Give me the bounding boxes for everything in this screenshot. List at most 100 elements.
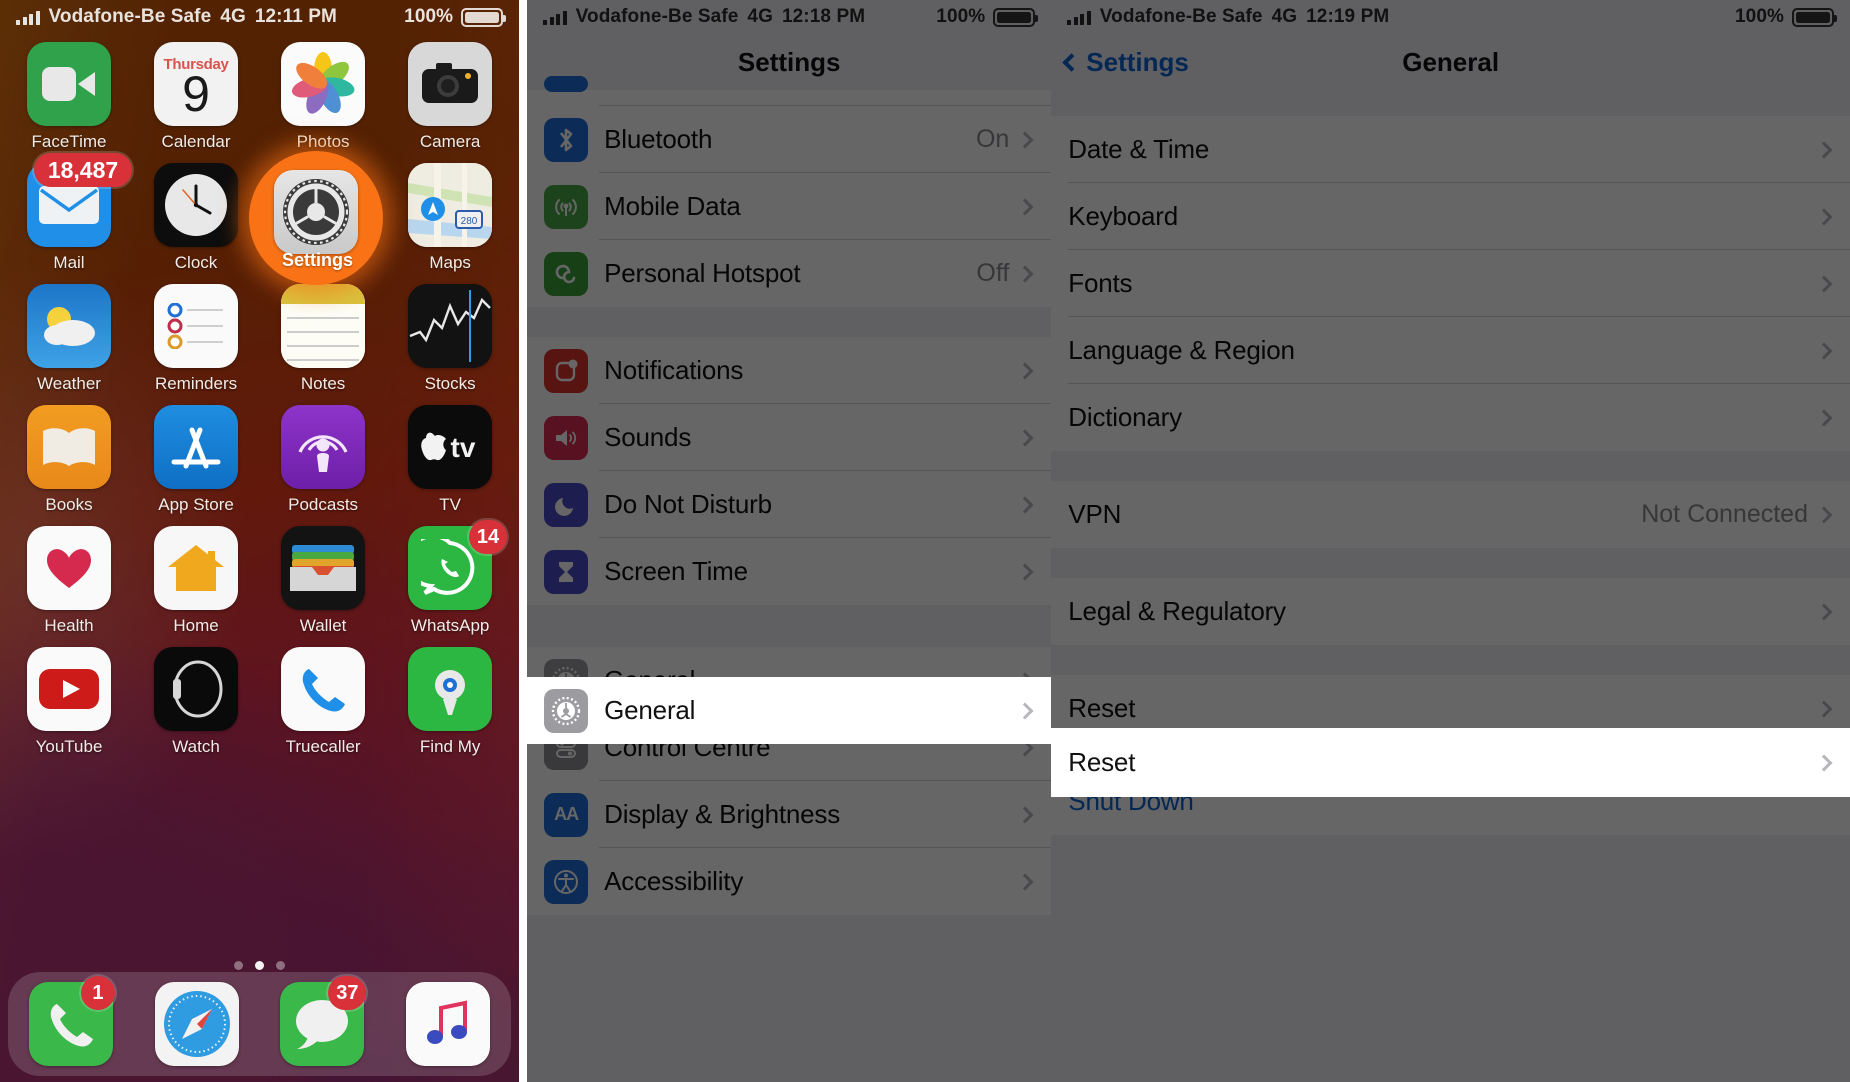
app-icon-calendar[interactable]: Thursday 9 Calendar [141, 42, 251, 163]
tv-icon: tv [408, 405, 493, 489]
app-label: Clock [174, 253, 218, 272]
status-bar-home: Vodafone-Be Safe 4G 12:11 PM 100% [0, 0, 519, 34]
list-item-fonts[interactable]: Fonts [1051, 250, 1850, 317]
list-item-mobile-data[interactable]: Mobile Data [527, 173, 1052, 240]
chevron-right-icon [1815, 409, 1833, 426]
list-item-label: Notifications [604, 355, 744, 385]
list-item-notifications[interactable]: Notifications [527, 337, 1052, 404]
clock-label: 12:18 PM [781, 6, 866, 27]
app-icon-podcasts[interactable]: Podcasts [268, 405, 378, 526]
app-icon-books[interactable]: Books [14, 405, 124, 526]
app-icon-findmy[interactable]: Find My [395, 647, 505, 768]
books-icon [27, 405, 111, 489]
list-item-sounds[interactable]: Sounds [527, 404, 1052, 471]
app-row: Books App Store Podcasts tv TV [14, 405, 505, 526]
app-label: Stocks [424, 374, 476, 393]
carrier-label: Vodafone-Be Safe [575, 6, 739, 27]
app-label: Watch [172, 737, 220, 756]
app-icon-notes[interactable]: Notes [268, 284, 378, 405]
app-icon-health[interactable]: Health [14, 526, 124, 647]
list-item-legal-regulatory[interactable]: Legal & Regulatory [1051, 578, 1850, 645]
app-label: Calendar [161, 132, 231, 151]
list-item-bluetooth[interactable]: Bluetooth On [527, 106, 1052, 173]
app-icon-whatsapp[interactable]: 14 WhatsApp [395, 520, 508, 647]
dock-app-safari[interactable] [154, 982, 239, 1066]
hourglass-icon [544, 549, 589, 594]
truecaller-icon [281, 647, 366, 731]
settings-highlight-label: Settings [282, 250, 354, 270]
list-item-label: VPN [1068, 499, 1122, 529]
list-item-dictionary[interactable]: Dictionary [1051, 384, 1850, 451]
dock-app-phone[interactable]: 1 [28, 976, 115, 1066]
app-label: Mail [53, 253, 85, 272]
badge-count: 18,487 [34, 153, 132, 187]
list-item-label: Reset [1068, 747, 1136, 777]
list-item-personal-hotspot[interactable]: Personal Hotspot Off [527, 240, 1052, 307]
list-item-do-not-disturb[interactable]: Do Not Disturb [527, 471, 1052, 538]
app-row: YouTube Watch Truecaller Find My [14, 647, 505, 768]
list-item-wifi-partial[interactable] [527, 76, 1052, 106]
list-item-label: Reset [1068, 693, 1136, 723]
panel-home-screen: Vodafone-Be Safe 4G 12:11 PM 100% FaceTi… [0, 0, 520, 1082]
list-item-vpn[interactable]: VPN Not Connected [1051, 481, 1850, 548]
list-item-display-brightness[interactable]: AA Display & Brightness [527, 781, 1052, 848]
watch-icon [154, 647, 239, 731]
app-label: Maps [429, 253, 471, 272]
chevron-right-icon [1815, 603, 1833, 620]
facetime-icon [27, 42, 111, 126]
page-dot[interactable] [234, 961, 244, 970]
group-separator [527, 307, 1052, 337]
app-icon-maps[interactable]: 280 Maps [395, 163, 505, 284]
app-icon-mail[interactable]: 18,487 Mail [14, 153, 132, 284]
list-item-label: Language & Region [1068, 335, 1295, 365]
app-icon-truecaller[interactable]: Truecaller [268, 647, 378, 768]
app-icon-wallet[interactable]: Wallet [268, 526, 378, 647]
dock: 1 37 [8, 972, 512, 1076]
app-icon-photos[interactable]: Photos [268, 42, 378, 163]
list-item-keyboard[interactable]: Keyboard [1051, 183, 1850, 250]
list-item-date-time[interactable]: Date & Time [1051, 116, 1850, 183]
page-dot[interactable] [276, 961, 286, 970]
list-item-label: Screen Time [604, 556, 748, 586]
settings-list: Bluetooth On Mobile Data Personal Hotspo… [527, 76, 1052, 915]
app-icon-appstore[interactable]: App Store [141, 405, 251, 526]
app-icon-watch[interactable]: Watch [141, 647, 251, 768]
app-icon-facetime[interactable]: FaceTime [14, 42, 124, 163]
app-label: Podcasts [288, 495, 359, 514]
stocks-icon [408, 284, 493, 368]
app-icon-weather[interactable]: Weather [14, 284, 124, 405]
app-icon-stocks[interactable]: Stocks [395, 284, 505, 405]
dock-app-music[interactable] [406, 982, 491, 1066]
podcasts-icon [281, 405, 366, 489]
app-icon-reminders[interactable]: Reminders [141, 284, 251, 405]
list-item-accessibility[interactable]: Accessibility [527, 848, 1052, 915]
weather-icon [27, 284, 111, 368]
list-item-general-highlighted[interactable]: General [527, 677, 1052, 744]
list-item-label: Date & Time [1068, 134, 1210, 164]
gear-icon-highlighted[interactable] [274, 170, 358, 254]
list-item-label: Mobile Data [604, 191, 741, 221]
list-item-reset-highlighted[interactable]: Reset [1051, 728, 1850, 797]
app-icon-youtube[interactable]: YouTube [14, 647, 124, 768]
signal-bars-icon [16, 10, 40, 25]
chevron-right-icon [1016, 702, 1034, 719]
page-dot-active[interactable] [255, 961, 265, 970]
back-button[interactable]: Settings [1062, 47, 1189, 78]
app-icon-home[interactable]: Home [141, 526, 251, 647]
dock-app-messages[interactable]: 37 [280, 976, 367, 1066]
page-title: Settings [527, 34, 1052, 90]
tutorial-screenshot: Vodafone-Be Safe 4G 12:11 PM 100% FaceTi… [0, 0, 1850, 1082]
page-indicator[interactable] [0, 961, 519, 970]
youtube-icon [27, 647, 111, 731]
clock-label: 12:19 PM [1306, 6, 1390, 27]
app-grid: FaceTime Thursday 9 Calendar Photos Came… [0, 34, 519, 1082]
app-icon-tv[interactable]: tv TV [395, 405, 505, 526]
app-label: WhatsApp [410, 616, 490, 635]
calendar-date: 9 [182, 65, 210, 122]
list-item-screen-time[interactable]: Screen Time [527, 538, 1052, 605]
status-bar-general: Vodafone-Be Safe 4G 12:19 PM 100% [1051, 0, 1850, 34]
chevron-right-icon [1016, 806, 1034, 823]
app-icon-camera[interactable]: Camera [395, 42, 505, 163]
app-icon-clock[interactable]: Clock [141, 163, 251, 284]
list-item-language-region[interactable]: Language & Region [1051, 317, 1850, 384]
